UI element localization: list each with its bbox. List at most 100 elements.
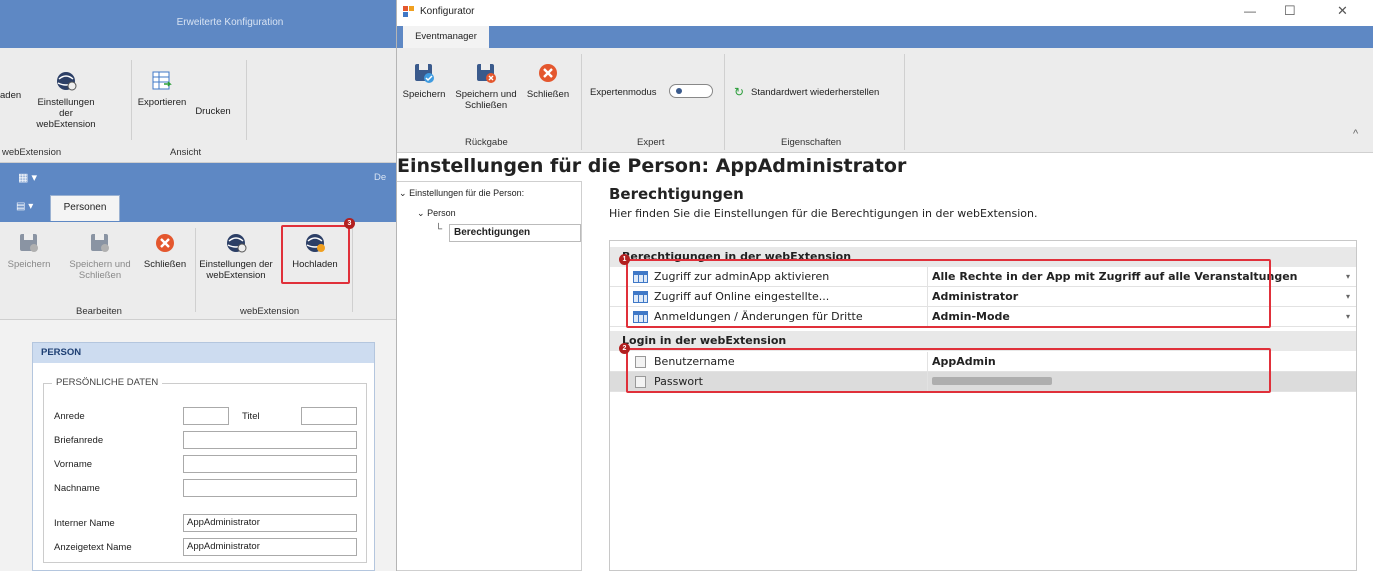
webext-settings-button-top[interactable]: Einstellungen der webExtension xyxy=(32,70,100,130)
anrede-input[interactable] xyxy=(183,407,229,425)
group-label-rueckgabe: Rückgabe xyxy=(465,137,508,148)
tree-person-label: Person xyxy=(427,208,456,218)
restore-default-button[interactable]: Standardwert wiederherstellen xyxy=(751,87,879,98)
expert-mode-label: Expertenmodus xyxy=(590,87,657,98)
settings-tree: ⌄ Einstellungen für die Person: ⌄ Person… xyxy=(397,181,582,571)
webext-settings-label: Einstellungen der webExtension xyxy=(36,97,96,130)
save-close-button-back[interactable]: Speichern und Schließen xyxy=(62,232,138,281)
back-inner-title-partial: De xyxy=(374,172,387,183)
step-badge-3: 3 xyxy=(344,218,355,229)
chevron-down-icon: ⌄ xyxy=(399,188,407,198)
front-titlebar: Konfigurator — ☐ ✕ xyxy=(397,0,1373,26)
partial-button-label[interactable]: aden xyxy=(0,90,21,101)
tree-person[interactable]: ⌄ Person xyxy=(417,208,456,219)
close-label: Schließen xyxy=(526,89,570,100)
back-ribbon-top: aden Einstellungen der webExtension Expo… xyxy=(0,48,396,163)
highlight-login xyxy=(626,348,1271,393)
webext-settings-button-bottom[interactable]: Einstellungen der webExtension xyxy=(198,232,274,281)
front-ribbon: Speichern Speichern und Schließen Schlie… xyxy=(397,48,1373,153)
section-description: Hier finden Sie die Einstellungen für di… xyxy=(609,207,1038,220)
front-tabbar xyxy=(397,26,1373,48)
label-nachname: Nachname xyxy=(54,483,100,494)
save-button-back[interactable]: Speichern xyxy=(2,232,56,270)
section-heading: Berechtigungen xyxy=(609,185,744,203)
dropdown-arrow-icon[interactable]: ▾ xyxy=(1346,267,1350,286)
back-window: Erweiterte Konfiguration aden Einstellun… xyxy=(0,0,396,571)
titel-input[interactable] xyxy=(301,407,357,425)
person-panel: PERSON PERSÖNLICHE DATEN Anrede Titel Br… xyxy=(32,342,375,571)
page-title: Einstellungen für die Person: AppAdminis… xyxy=(397,155,907,177)
highlight-upload xyxy=(281,225,350,284)
print-button[interactable]: Drucken xyxy=(193,106,233,117)
save-label-back: Speichern xyxy=(7,259,51,270)
group-label-expert: Expert xyxy=(637,137,665,148)
label-interner-name: Interner Name xyxy=(54,518,115,529)
save-close-label: Speichern und Schließen xyxy=(455,89,517,111)
globe-gear-icon xyxy=(224,232,248,254)
toggle-knob xyxy=(676,88,682,94)
step-badge-2: 2 xyxy=(619,343,630,354)
close-button-back[interactable]: Schließen xyxy=(140,232,190,270)
label-vorname: Vorname xyxy=(54,459,93,470)
label-anzeigetext-name: Anzeigetext Name xyxy=(54,542,132,553)
restore-icon: ↻ xyxy=(734,85,745,99)
dropdown-arrow-icon[interactable]: ▾ xyxy=(1346,307,1350,326)
person-panel-header: PERSON xyxy=(33,343,374,363)
group-label-ansicht: Ansicht xyxy=(170,147,202,158)
close-circle-icon xyxy=(153,232,177,254)
label-anrede: Anrede xyxy=(54,411,85,422)
interner-name-input[interactable]: AppAdministrator xyxy=(183,514,357,532)
personal-data-section: PERSÖNLICHE DATEN Anrede Titel Briefanre… xyxy=(43,377,367,563)
category-login-label: Login in der webExtension xyxy=(622,334,787,347)
anzeigetext-name-input[interactable]: AppAdministrator xyxy=(183,538,357,556)
highlight-permissions xyxy=(626,259,1271,328)
tree-connector: └ xyxy=(435,224,443,235)
step-badge-1: 1 xyxy=(619,254,630,265)
export-button[interactable]: Exportieren xyxy=(133,70,191,108)
personal-data-legend: PERSÖNLICHE DATEN xyxy=(52,377,163,388)
front-window: Konfigurator — ☐ ✕ Eventmanager Speicher… xyxy=(396,0,1373,571)
tree-root-label: Einstellungen für die Person: xyxy=(409,188,525,198)
floppy-icon xyxy=(17,232,41,254)
tab-eventmanager[interactable]: Eventmanager xyxy=(403,26,489,48)
floppy-check-icon xyxy=(412,62,436,84)
close-circle-icon xyxy=(536,62,560,84)
save-close-label-back: Speichern und Schließen xyxy=(69,259,131,281)
front-window-title: Konfigurator xyxy=(420,6,475,17)
nachname-input[interactable] xyxy=(183,479,357,497)
export-label: Exportieren xyxy=(137,97,187,108)
main-area: Berechtigungen Hier finden Sie die Einst… xyxy=(609,185,1038,220)
minimize-button[interactable]: — xyxy=(1244,4,1256,18)
save-button[interactable]: Speichern xyxy=(399,62,449,100)
spreadsheet-export-icon xyxy=(150,70,174,92)
quick-access-icon[interactable]: ▦ ▾ xyxy=(18,171,37,184)
label-titel: Titel xyxy=(242,411,260,422)
save-close-button[interactable]: Speichern und Schließen xyxy=(453,62,519,111)
close-window-button[interactable]: ✕ xyxy=(1337,3,1348,19)
vorname-input[interactable] xyxy=(183,455,357,473)
floppy-close-icon xyxy=(474,62,498,84)
tree-item-berechtigungen[interactable]: Berechtigungen xyxy=(449,224,581,242)
chevron-down-icon: ⌄ xyxy=(417,208,425,218)
property-grid: Berechtigungen in der webExtension Zugri… xyxy=(609,240,1357,571)
label-briefanrede: Briefanrede xyxy=(54,435,104,446)
tab-personen[interactable]: Personen xyxy=(50,195,120,221)
close-label-back: Schließen xyxy=(143,259,187,270)
globe-gear-icon xyxy=(54,70,78,92)
group-label-webextension: webExtension xyxy=(2,147,62,158)
group-label-eigenschaften: Eigenschaften xyxy=(781,137,842,148)
group-label-bearbeiten: Bearbeiten xyxy=(76,306,122,317)
webext-settings-label-bottom: Einstellungen der webExtension xyxy=(199,259,273,281)
maximize-button[interactable]: ☐ xyxy=(1284,3,1296,19)
expert-mode-toggle[interactable] xyxy=(669,84,713,98)
save-label: Speichern xyxy=(402,89,446,100)
dropdown-arrow-icon[interactable]: ▾ xyxy=(1346,287,1350,306)
tree-root[interactable]: ⌄ Einstellungen für die Person: xyxy=(399,188,524,199)
briefanrede-input[interactable] xyxy=(183,431,357,449)
app-menu-icon[interactable]: ▤ ▾ xyxy=(16,201,33,212)
close-button[interactable]: Schließen xyxy=(523,62,573,100)
floppy-close-icon xyxy=(88,232,112,254)
app-logo-icon xyxy=(403,6,415,17)
collapse-ribbon-icon[interactable]: ^ xyxy=(1353,128,1358,140)
back-window-title: Erweiterte Konfiguration xyxy=(0,0,396,48)
